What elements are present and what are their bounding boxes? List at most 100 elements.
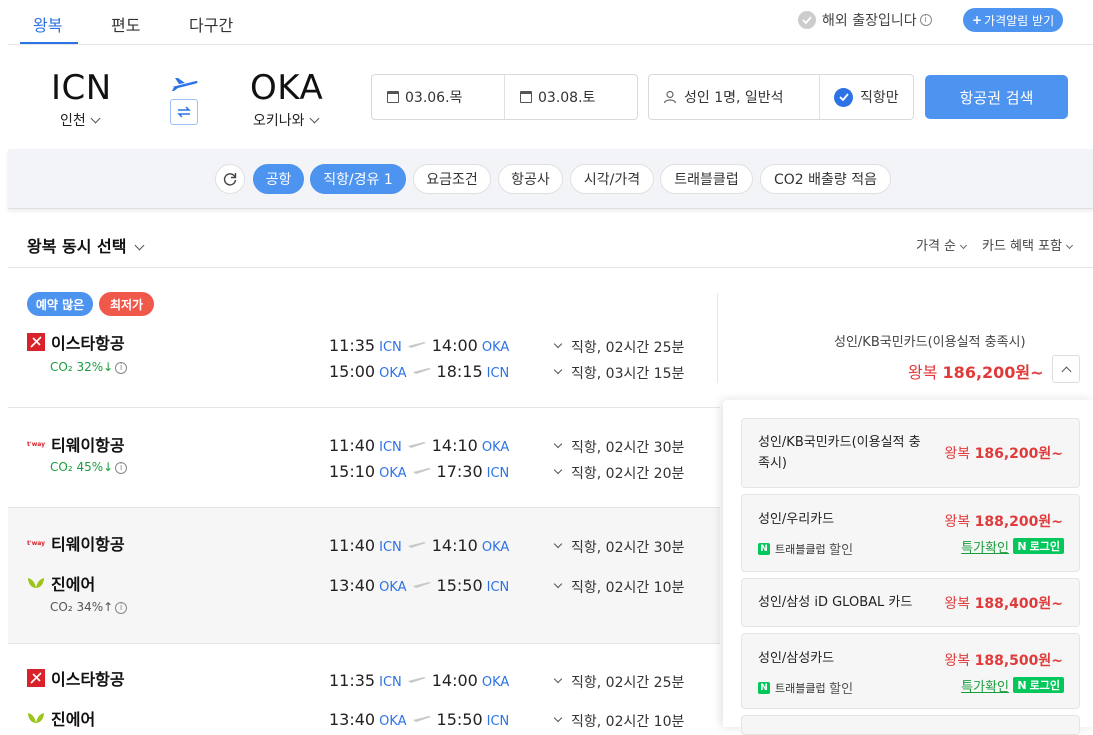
chevron-down-icon <box>553 465 563 475</box>
price-condition: 성인/KB국민카드(이용실적 충족시) <box>834 335 1026 350</box>
return-duration[interactable]: 직항, 02시간 20분 <box>553 463 684 483</box>
chevron-down-icon <box>553 365 563 375</box>
origin-city[interactable]: 인천 <box>60 110 101 130</box>
plane-icon <box>412 468 431 474</box>
origin-code[interactable]: ICN <box>51 68 112 108</box>
outbound-duration[interactable]: 직항, 02시간 30분 <box>553 537 684 557</box>
refresh-icon <box>223 173 237 186</box>
destination-city[interactable]: 오키나와 <box>253 110 319 130</box>
swap-route-button[interactable] <box>170 99 198 125</box>
chevron-down-icon <box>553 674 563 684</box>
outbound-times: 11:40 ICN 14:10 OKA <box>329 536 510 555</box>
card-price-option[interactable]: 성인/삼성 iD GLOBAL 카드 왕복 188,400원~ <box>741 578 1080 627</box>
travel-club-discount: N 트래블클럽 할인 <box>758 539 853 558</box>
overseas-trip-label: 해외 출장입니다 <box>822 13 917 29</box>
destination-code[interactable]: OKA <box>250 68 323 108</box>
price-alert-button[interactable]: + 가격알림 받기 <box>963 8 1064 32</box>
collapse-prices-button[interactable] <box>1052 355 1080 383</box>
swap-icon <box>177 106 191 118</box>
depart-date-field[interactable]: 03.06.목 <box>387 75 462 119</box>
plane-icon <box>407 542 426 548</box>
info-icon[interactable]: i <box>115 462 128 474</box>
eastar-logo-icon <box>27 333 45 351</box>
co2-indicator: CO₂ 32%↓ i <box>50 360 128 374</box>
card-price: 왕복 188,400원~ <box>944 596 1063 612</box>
return-times: 13:40 OKA 15:50 ICN <box>329 576 510 595</box>
return-times: 13:40 OKA 15:50 ICN <box>329 710 510 729</box>
filter-direct-transfer[interactable]: 직항/경유 1 <box>310 164 406 194</box>
return-date-field[interactable]: 03.08.토 <box>520 75 595 119</box>
filter-airline[interactable]: 항공사 <box>498 164 563 194</box>
card-price: 왕복 186,200원~ <box>944 446 1063 462</box>
tway-logo-icon: t'way <box>26 440 46 448</box>
divider <box>8 267 1093 268</box>
divider <box>717 293 718 383</box>
card-price: 왕복 188,500원~ <box>944 653 1063 669</box>
divider <box>504 75 505 119</box>
tab-oneway[interactable]: 편도 <box>111 12 140 36</box>
outbound-times: 11:35 ICN 14:00 OKA <box>329 336 510 355</box>
person-icon <box>663 90 677 104</box>
passenger-field[interactable]: 성인 1명, 일반석 <box>663 75 784 119</box>
filter-fare-conditions[interactable]: 요금조건 <box>413 164 491 194</box>
special-price-check-link[interactable]: 특가확인 <box>961 676 1009 695</box>
chevron-down-icon <box>553 579 563 589</box>
check-circle-icon <box>798 11 816 29</box>
divider <box>8 407 720 408</box>
direct-only-checkbox[interactable]: 직항만 <box>834 75 899 119</box>
chevron-down-icon <box>90 113 101 124</box>
plane-icon <box>407 342 426 348</box>
search-flights-button[interactable]: 항공권 검색 <box>925 75 1068 119</box>
return-duration[interactable]: 직항, 03시간 15분 <box>553 363 684 383</box>
outbound-duration[interactable]: 직항, 02시간 25분 <box>553 337 684 357</box>
plane-icon <box>407 677 426 683</box>
return-duration[interactable]: 직항, 02시간 10분 <box>553 711 684 731</box>
naver-login-button[interactable]: N 로그인 <box>1013 677 1064 693</box>
popular-badge: 예약 많은 <box>27 292 93 316</box>
filter-co2[interactable]: CO2 배출량 적음 <box>760 164 891 194</box>
filter-time-price[interactable]: 시각/가격 <box>570 164 654 194</box>
chevron-down-icon <box>135 240 145 251</box>
card-price-option[interactable]: 성인/우리카드 왕복 188,200원~ N 트래블클럽 할인 특가확인 N 로그인 <box>741 494 1080 572</box>
roundtrip-select-title[interactable]: 왕복 동시 선택 <box>27 233 145 257</box>
airline-name: t'way 티웨이항공 <box>26 436 125 455</box>
card-price-option[interactable]: 성인/삼성카드 왕복 188,500원~ N 트래블클럽 할인 특가확인 N 로그인 <box>741 633 1080 709</box>
divider <box>8 507 720 508</box>
naver-login-button[interactable]: N 로그인 <box>1013 538 1064 554</box>
filter-travel-club[interactable]: 트래블클럽 <box>660 164 753 194</box>
airline-name: 이스타항공 <box>27 330 125 354</box>
chevron-down-icon <box>1065 241 1074 250</box>
result-price[interactable]: 왕복 186,200원~ <box>908 359 1044 383</box>
info-icon[interactable]: i <box>919 14 932 26</box>
return-times: 15:10 OKA 17:30 ICN <box>329 462 510 481</box>
info-icon[interactable]: i <box>115 602 128 614</box>
co2-indicator: CO₂ 34%↑ i <box>50 600 128 614</box>
divider <box>8 643 720 644</box>
chevron-down-icon <box>959 241 968 250</box>
refresh-filters-button[interactable] <box>215 164 245 194</box>
sort-dropdown[interactable]: 가격 순 <box>916 235 968 254</box>
info-icon[interactable]: i <box>115 362 128 374</box>
airline-name: 이스타항공 <box>27 666 125 690</box>
tway-logo-icon: t'way <box>26 539 46 547</box>
jinair-logo-icon <box>27 709 45 727</box>
plane-icon <box>407 442 426 448</box>
tab-multicity[interactable]: 다구간 <box>189 12 233 36</box>
overseas-trip-toggle[interactable]: 해외 출장입니다 i <box>798 10 932 30</box>
outbound-duration[interactable]: 직항, 02시간 30분 <box>553 437 684 457</box>
travel-club-discount: N 트래블클럽 할인 <box>758 678 853 697</box>
lowest-price-badge: 최저가 <box>99 292 154 316</box>
chevron-down-icon <box>553 339 563 349</box>
card-price-option[interactable]: 성인/KB국민카드(이용실적 충족시) 왕복 186,200원~ <box>741 418 1080 488</box>
card-benefit-dropdown[interactable]: 카드 혜택 포함 <box>982 235 1074 254</box>
plane-icon <box>412 582 431 588</box>
price-alert-label: 가격알림 받기 <box>984 13 1055 28</box>
special-price-check-link[interactable]: 특가확인 <box>961 537 1009 556</box>
outbound-duration[interactable]: 직항, 02시간 25분 <box>553 672 684 692</box>
eastar-logo-icon <box>27 669 45 687</box>
card-price-option[interactable] <box>741 715 1080 735</box>
filter-airport[interactable]: 공항 <box>253 164 304 194</box>
airplane-icon <box>170 76 198 96</box>
return-duration[interactable]: 직항, 02시간 10분 <box>553 577 684 597</box>
tab-roundtrip[interactable]: 왕복 <box>33 12 62 36</box>
